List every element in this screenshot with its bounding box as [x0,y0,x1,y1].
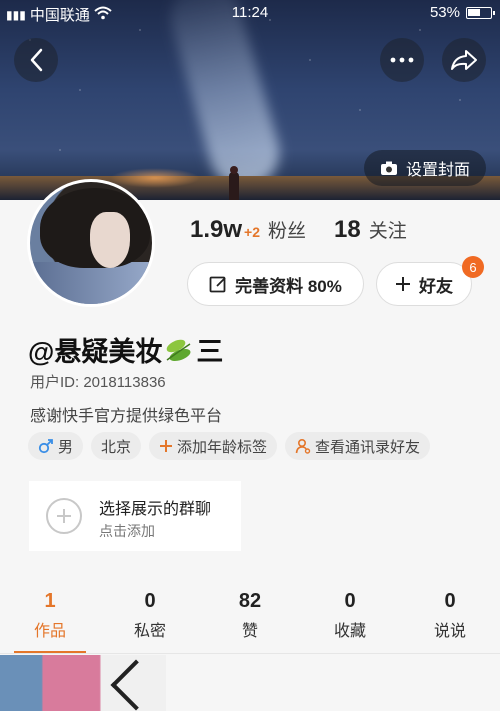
profile-bio: 感谢快手官方提供绿色平台 [30,408,223,425]
tab-works-count: 1 [44,590,56,612]
share-button[interactable] [442,38,486,82]
tag-add-age[interactable]: 添加年龄标签 [149,432,278,460]
back-button[interactable] [14,38,58,82]
chevron-left-icon [30,48,43,72]
plus-icon [160,440,173,452]
cover-glow [110,168,200,188]
battery-icon [466,6,495,19]
edit-icon [209,276,226,293]
edit-profile-label: 完善资料 80% [235,276,342,296]
tab-favorites-label: 收藏 [333,623,366,640]
tab-moments-label: 说说 [433,623,466,640]
tab-likes-label: 赞 [241,623,258,640]
battery-percent: 53% [429,4,460,21]
tab-favorites-count: 0 [344,590,356,612]
more-icon [390,57,414,63]
camera-icon [380,161,397,175]
set-cover-button[interactable]: 设置封面 [364,150,486,186]
tab-favorites[interactable]: 0 收藏 [300,585,400,653]
following-label[interactable]: 关注 [369,216,407,243]
tag-add-age-label: 添加年龄标签 [177,438,268,456]
user-id: 用户ID: 2018113836 [30,374,166,391]
avatar[interactable] [27,179,155,307]
tab-works[interactable]: 1 作品 [0,585,100,653]
profile-name-suffix: 三 [196,337,224,367]
work-thumbnail[interactable] [0,655,166,711]
following-count[interactable]: 18 [334,216,361,244]
friend-notification-badge: 6 [462,256,484,278]
tag-contacts-label: 查看通讯录好友 [315,438,421,456]
tag-gender-label: 男 [58,438,74,456]
content-tabs: 1 作品 0 私密 82 赞 0 收藏 0 说说 [0,585,500,653]
status-right: 53% [429,4,495,21]
tab-likes[interactable]: 82 赞 [200,585,300,653]
stats-row: 1.9w +2 粉丝 18 关注 [190,216,407,244]
tag-location[interactable]: 北京 [91,432,142,460]
profile-name-prefix: @悬疑美妆 [28,337,163,367]
tabs-divider [0,653,500,654]
tab-private-label: 私密 [133,623,166,640]
status-bar: ▮▮▮ 中国联通 11:24 53% [0,0,500,26]
leaf-emoji-icon [166,339,191,361]
group-chat-card[interactable]: 选择展示的群聊 点击添加 [29,481,241,551]
avatar-robe [30,262,152,304]
tab-moments-count: 0 [444,590,456,612]
tab-likes-count: 82 [238,590,262,612]
male-icon [38,439,53,454]
add-group-icon [46,498,82,534]
followers-delta: +2 [244,224,260,240]
share-arrow-icon [451,50,477,70]
edit-profile-button[interactable]: 完善资料 80% [187,262,364,306]
tab-moments[interactable]: 0 说说 [400,585,500,653]
tag-gender[interactable]: 男 [28,432,84,460]
group-card-subtitle: 点击添加 [99,523,155,539]
followers-label[interactable]: 粉丝 [268,216,306,243]
tag-contacts[interactable]: 查看通讯录好友 [285,432,431,460]
set-cover-label: 设置封面 [405,162,470,179]
tag-location-label: 北京 [101,438,132,456]
cover-person [229,166,239,200]
add-friend-button[interactable]: 好友 [376,262,472,306]
tab-private[interactable]: 0 私密 [100,585,200,653]
group-card-title: 选择展示的群聊 [99,501,212,518]
status-time: 11:24 [231,4,269,21]
avatar-face [90,212,130,268]
profile-name: @悬疑美妆 三 [28,330,223,369]
thumbnail-arrow-graphic [110,659,162,711]
plus-icon [396,277,410,291]
more-button[interactable] [380,38,424,82]
profile-tags: 男 北京 添加年龄标签 查看通讯录好友 [28,432,431,460]
contacts-icon [295,438,311,454]
add-friend-label: 好友 [419,276,453,296]
followers-count[interactable]: 1.9w [190,216,242,244]
tab-private-count: 0 [144,590,156,612]
tab-works-label: 作品 [33,623,66,640]
